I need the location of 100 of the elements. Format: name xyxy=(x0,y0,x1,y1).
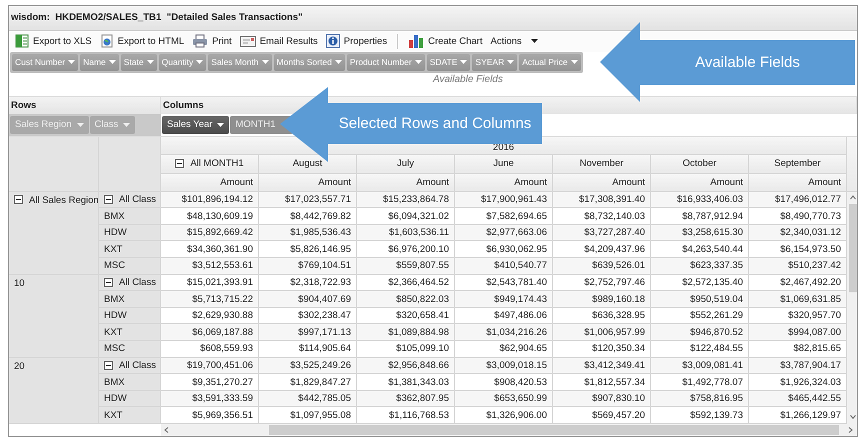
rows-label: Rows xyxy=(11,100,36,111)
collapse-icon[interactable] xyxy=(104,278,113,287)
table-cell: $1,266,129.97 xyxy=(749,407,847,424)
column-header: August xyxy=(259,154,357,174)
table-cell: $2,629,930.88 xyxy=(161,308,259,324)
table-cell: $949,174.43 xyxy=(455,291,553,308)
table-cell: $17,496,012.77 xyxy=(749,192,847,208)
table-cell: $15,233,864.78 xyxy=(357,192,455,208)
collapse-icon[interactable] xyxy=(175,159,184,168)
field-button[interactable]: Name xyxy=(80,54,119,71)
row-header: HDW xyxy=(99,224,161,242)
row-header: 20 xyxy=(9,358,99,424)
field-button[interactable]: SDATE xyxy=(426,54,470,71)
table-cell: $1,069,631.85 xyxy=(749,291,847,308)
table-cell: $1,492,778.07 xyxy=(651,374,749,391)
caret-icon xyxy=(123,122,130,127)
table-cell: $908,420.53 xyxy=(455,374,553,391)
table-cell: $302,238.47 xyxy=(259,308,357,324)
export-button[interactable]: Export to XLS xyxy=(11,31,96,52)
column-header: July xyxy=(357,154,455,174)
row-header: BMX xyxy=(99,291,161,308)
table-cell: $6,154,973.50 xyxy=(749,241,847,258)
measure-header: Amount xyxy=(455,174,553,192)
row-field-button[interactable]: Class xyxy=(90,116,136,134)
row-header: KXT xyxy=(99,407,161,424)
properties-button[interactable]: Properties xyxy=(322,31,392,52)
actions-menu[interactable]: Actions xyxy=(486,31,542,52)
caret-icon xyxy=(217,122,224,127)
spreadsheet-icon xyxy=(15,34,29,48)
column-field-button[interactable]: Sales Year xyxy=(162,116,230,134)
vertical-scrollbar[interactable] xyxy=(847,192,857,424)
table-cell: $950,519.04 xyxy=(651,291,749,308)
table-cell: $3,591,333.59 xyxy=(161,390,259,408)
row-header: All Class xyxy=(119,194,156,205)
table-cell: $6,930,062.95 xyxy=(455,241,553,258)
table-cell: $9,351,270.27 xyxy=(161,374,259,391)
callout-label: Selected Rows and Columns xyxy=(338,115,532,132)
caret-icon xyxy=(196,60,204,64)
table-cell: $1,006,957.99 xyxy=(553,324,651,342)
create-chart-button[interactable]: Create Chart xyxy=(404,31,486,52)
table-cell: $907,830.10 xyxy=(553,390,651,408)
column-header: September xyxy=(749,154,847,174)
table-cell: $2,752,797.46 xyxy=(553,274,651,292)
row-header: All Sales Region xyxy=(29,194,98,206)
field-button[interactable]: SYEAR xyxy=(472,54,518,71)
table-cell: $62,904.65 xyxy=(455,341,553,358)
globe-icon xyxy=(100,34,114,48)
table-cell: $1,326,906.00 xyxy=(455,407,553,424)
row-field-button[interactable]: Sales Region xyxy=(10,116,89,134)
table-cell: $1,034,216.26 xyxy=(455,324,553,342)
table-cell: $442,785.05 xyxy=(259,390,357,408)
field-button[interactable]: Cust Number xyxy=(12,54,78,71)
table-cell: $1,829,847.27 xyxy=(259,374,357,391)
field-button[interactable]: Sales Month xyxy=(208,54,272,71)
table-cell: $122,484.55 xyxy=(651,341,749,358)
email-button[interactable]: Email Results xyxy=(236,31,322,52)
caret-icon xyxy=(146,60,154,64)
table-cell: $2,340,031.12 xyxy=(749,224,847,242)
table-cell: $569,457.20 xyxy=(553,407,651,424)
table-cell: $17,308,391.40 xyxy=(553,192,651,208)
bar-chart-icon xyxy=(408,34,424,48)
table-cell: $1,116,768.53 xyxy=(357,407,455,424)
collapse-icon[interactable] xyxy=(104,360,113,370)
table-cell: $2,977,663.06 xyxy=(455,224,553,242)
field-button[interactable]: Quantity xyxy=(158,54,206,71)
table-cell: $758,816.95 xyxy=(651,390,749,408)
callout-label: Available Fields xyxy=(695,54,800,71)
field-button[interactable]: Actual Price xyxy=(519,54,581,71)
table-cell: $3,727,287.40 xyxy=(553,224,651,242)
caret-icon xyxy=(570,60,578,64)
table-cell: $1,089,884.98 xyxy=(357,324,455,342)
table-cell: $2,543,781.40 xyxy=(455,274,553,292)
table-cell: $2,318,722.93 xyxy=(259,274,357,292)
printer-icon xyxy=(192,34,208,48)
table-cell: $3,512,553.61 xyxy=(161,258,259,275)
table-cell: $4,209,437.96 xyxy=(553,241,651,258)
table-cell: $362,807.95 xyxy=(357,390,455,408)
caret-icon xyxy=(460,60,468,64)
field-button[interactable]: State xyxy=(120,54,157,71)
window-title: wisdom: HKDEMO2/SALES_TB1 "Detailed Sales Transactions" xyxy=(10,11,303,25)
table-cell: $120,350.34 xyxy=(553,341,651,358)
collapse-icon[interactable] xyxy=(14,194,23,204)
table-cell: $1,812,557.34 xyxy=(553,374,651,391)
table-cell: $3,412,349.41 xyxy=(553,358,651,374)
row-header: 10 xyxy=(9,274,99,358)
table-cell: $2,467,492.20 xyxy=(749,274,847,292)
field-button[interactable]: Months Sorted xyxy=(274,54,345,71)
table-cell: $114,905.64 xyxy=(259,341,357,358)
export-button[interactable]: Export to HTML xyxy=(96,31,188,52)
print-button[interactable]: Print xyxy=(188,31,236,52)
table-cell: $1,926,324.03 xyxy=(749,374,847,391)
table-cell: $410,540.77 xyxy=(455,258,553,275)
column-header: October xyxy=(651,154,749,174)
field-button[interactable]: Product Number xyxy=(346,54,425,71)
caret-icon xyxy=(414,60,422,64)
row-header: KXT xyxy=(99,241,161,258)
table-cell: $850,822.03 xyxy=(357,291,455,308)
table-cell: $101,896,194.12 xyxy=(161,192,259,208)
collapse-icon[interactable] xyxy=(104,194,113,204)
column-header: November xyxy=(553,154,651,174)
